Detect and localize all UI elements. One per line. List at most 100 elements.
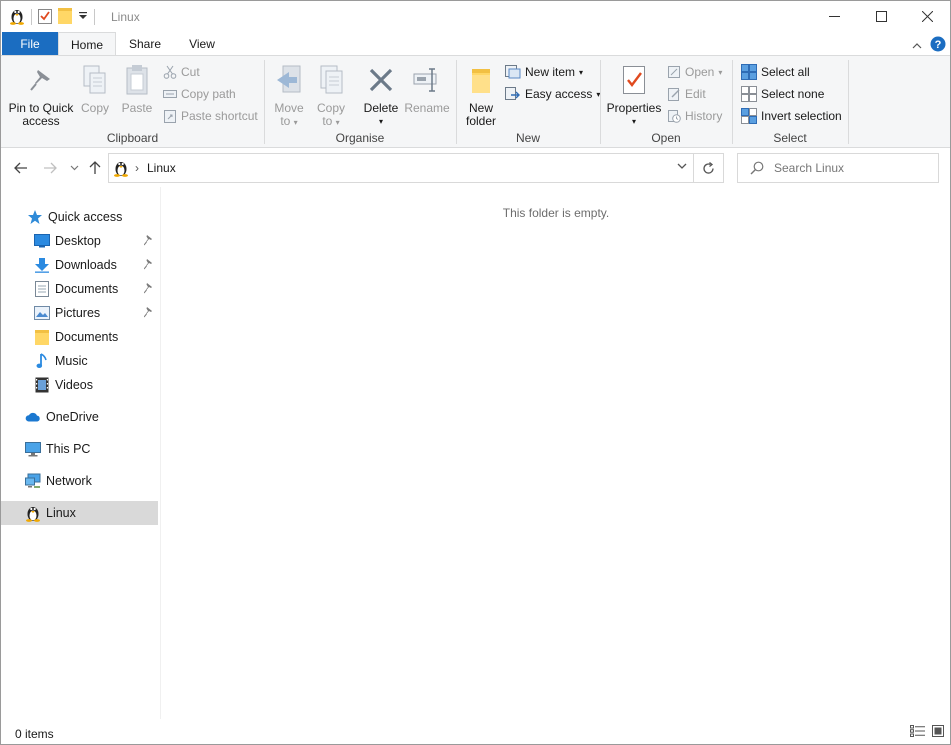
folder-icon[interactable] — [58, 7, 72, 27]
nav-desktop[interactable]: Desktop — [1, 229, 158, 253]
pin-to-quick-access-button[interactable]: Pin to Quick access — [7, 62, 75, 128]
rename-icon — [403, 62, 451, 98]
new-item-button[interactable]: New item ▾ — [505, 62, 583, 82]
help-icon[interactable]: ? — [930, 36, 946, 55]
ribbon-tabs: File Home Share View ? — [1, 32, 950, 57]
customize-dropdown-icon[interactable] — [78, 10, 88, 24]
copy-path-label: Copy path — [181, 87, 236, 101]
close-button[interactable] — [904, 1, 950, 32]
paste-shortcut-label: Paste shortcut — [181, 109, 258, 123]
copy-to-icon — [311, 62, 351, 98]
paste-shortcut-button[interactable]: Paste shortcut — [163, 106, 258, 126]
pin-icon[interactable] — [143, 283, 154, 297]
select-none-label: Select none — [761, 87, 825, 101]
refresh-button[interactable] — [694, 153, 724, 183]
chevron-down-icon — [677, 163, 687, 169]
delete-x-icon — [361, 62, 401, 98]
minimize-button[interactable] — [811, 1, 857, 32]
nav-label: Network — [46, 474, 92, 488]
ribbon: Pin to Quick access Copy Paste Cut Copy … — [1, 55, 950, 148]
forward-button[interactable] — [41, 159, 59, 177]
computer-icon — [25, 441, 41, 457]
nav-this-pc[interactable]: This PC — [1, 437, 158, 461]
copy-to-button[interactable]: Copy to ▾ — [311, 62, 351, 129]
edit-button[interactable]: Edit — [667, 84, 706, 104]
select-all-button[interactable]: Select all — [741, 62, 810, 82]
history-button[interactable]: History — [667, 106, 722, 126]
collapse-ribbon-icon[interactable] — [912, 39, 922, 53]
nav-label: Music — [55, 354, 88, 368]
copy-icon — [77, 62, 113, 98]
copy-path-button[interactable]: Copy path — [163, 84, 236, 104]
invert-selection-button[interactable]: Invert selection — [741, 106, 842, 126]
svg-text:?: ? — [935, 39, 942, 51]
folder-icon — [34, 329, 50, 345]
copy-path-icon — [163, 90, 177, 98]
tab-file[interactable]: File — [2, 32, 58, 56]
up-button[interactable] — [86, 159, 104, 177]
minimize-icon — [828, 16, 840, 17]
delete-button[interactable]: Delete ▾ — [361, 62, 401, 128]
nav-linux[interactable]: Linux — [1, 501, 158, 525]
desktop-icon — [34, 233, 50, 249]
recent-locations-button[interactable] — [65, 159, 83, 177]
nav-videos[interactable]: Videos — [1, 373, 158, 397]
move-to-button[interactable]: Move to ▾ — [269, 62, 309, 129]
tab-view[interactable]: View — [175, 32, 229, 56]
pin-icon — [7, 62, 75, 98]
address-history-dropdown[interactable] — [677, 163, 687, 170]
clipboard-group: Pin to Quick access Copy Paste Cut Copy … — [1, 56, 264, 148]
nav-downloads[interactable]: Downloads — [1, 253, 158, 277]
details-view-icon[interactable] — [910, 725, 926, 740]
paste-label: Paste — [121, 101, 153, 115]
easy-access-icon — [505, 87, 520, 100]
rename-label: Rename — [404, 101, 450, 115]
tab-share[interactable]: Share — [119, 32, 171, 56]
pin-icon[interactable] — [143, 259, 154, 273]
nav-onedrive[interactable]: OneDrive — [1, 405, 158, 429]
pin-label-line2: access — [22, 114, 60, 128]
select-none-button[interactable]: Select none — [741, 84, 824, 104]
linux-penguin-icon[interactable] — [9, 7, 25, 28]
address-bar[interactable]: › Linux — [108, 153, 694, 183]
copy-label: Copy — [80, 101, 109, 115]
easy-access-button[interactable]: Easy access ▾ — [505, 84, 600, 104]
delete-label: Delete — [363, 101, 399, 115]
file-list-area[interactable]: This folder is empty. — [161, 187, 950, 719]
copy-button[interactable]: Copy — [77, 62, 113, 115]
address-row: › Linux Search Linux — [1, 149, 950, 187]
edit-icon — [668, 88, 680, 101]
maximize-button[interactable] — [858, 1, 904, 32]
paste-button[interactable]: Paste — [117, 62, 157, 115]
rename-button[interactable]: Rename — [403, 62, 451, 115]
chevron-down-icon — [70, 165, 78, 171]
move-to-icon — [269, 62, 309, 98]
new-folder-button[interactable]: New folder — [461, 62, 501, 128]
item-count: 0 items — [15, 727, 54, 741]
search-box[interactable]: Search Linux — [737, 153, 939, 183]
nav-label: This PC — [46, 442, 91, 456]
nav-network[interactable]: Network — [1, 469, 158, 493]
nav-label: Linux — [46, 506, 76, 520]
back-button[interactable] — [12, 159, 30, 177]
pin-icon[interactable] — [143, 307, 154, 321]
download-arrow-icon — [34, 257, 50, 273]
select-none-icon — [741, 86, 757, 102]
large-icons-view-icon[interactable] — [932, 725, 944, 740]
network-icon — [25, 473, 41, 489]
properties-button[interactable]: Properties ▾ — [605, 62, 663, 128]
open-button[interactable]: Open ▾ — [667, 62, 722, 82]
new-folder-icon — [461, 62, 501, 98]
cut-label: Cut — [181, 65, 200, 79]
properties-check-icon[interactable] — [38, 8, 52, 27]
tab-home[interactable]: Home — [58, 32, 116, 57]
nav-documents-pinned[interactable]: Documents — [1, 277, 158, 301]
nav-pictures[interactable]: Pictures — [1, 301, 158, 325]
breadcrumb-linux[interactable]: Linux — [147, 161, 176, 175]
pin-icon[interactable] — [143, 235, 154, 249]
nav-documents-folder[interactable]: Documents — [1, 325, 158, 349]
nav-label: Desktop — [55, 234, 101, 248]
nav-music[interactable]: Music — [1, 349, 158, 373]
nav-quick-access[interactable]: Quick access — [1, 205, 158, 229]
cut-button[interactable]: Cut — [163, 62, 200, 82]
